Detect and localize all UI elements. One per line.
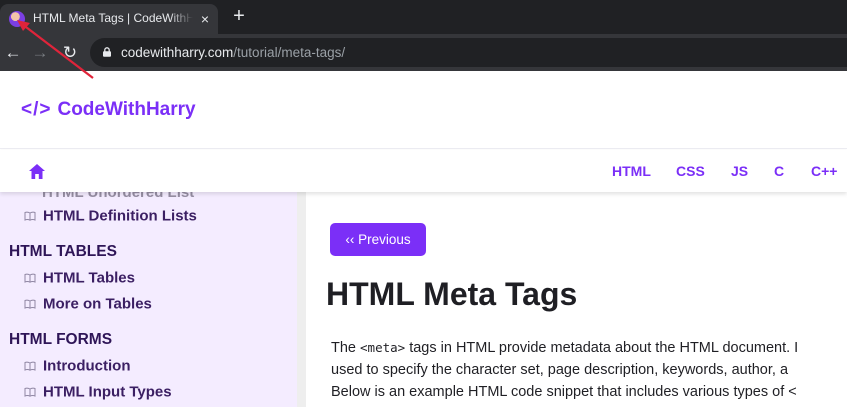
- site-header: </> CodeWithHarry: [0, 71, 847, 149]
- intro-paragraph-line: The <meta> tags in HTML provide metadata…: [331, 340, 798, 356]
- tab-title: HTML Meta Tags | CodeWithHarry: [33, 11, 193, 25]
- code-brackets-icon: </>: [21, 99, 52, 120]
- sidebar-item-definition-lists[interactable]: HTML Definition Lists: [24, 207, 197, 227]
- sidebar-item-html-tables[interactable]: HTML Tables: [24, 269, 135, 289]
- site-logo[interactable]: </> CodeWithHarry: [21, 99, 196, 121]
- lock-icon: [103, 47, 111, 57]
- page-title: HTML Meta Tags: [326, 276, 578, 312]
- nav-link-css[interactable]: CSS: [676, 163, 705, 179]
- sidebar-item-label: Introduction: [43, 357, 131, 375]
- book-icon: [24, 273, 36, 283]
- intro-paragraph-line: used to specify the character set, page …: [331, 362, 789, 378]
- sidebar-divider[interactable]: [297, 192, 306, 407]
- browser-tab-bar: HTML Meta Tags | CodeWithHarry × +: [0, 0, 847, 34]
- sidebar-heading-tables: HTML TABLES: [9, 243, 117, 260]
- book-icon: [24, 211, 36, 221]
- new-tab-button[interactable]: +: [229, 6, 249, 26]
- url-text: codewithharry.com/tutorial/meta-tags/: [121, 45, 345, 60]
- address-bar[interactable]: codewithharry.com/tutorial/meta-tags/: [90, 38, 847, 67]
- tab-close-icon[interactable]: ×: [197, 11, 213, 27]
- sidebar-item-cut[interactable]: HTML Unordered List: [42, 192, 194, 201]
- para-text: tags in HTML provide metadata about the …: [405, 340, 799, 356]
- book-icon: [24, 387, 36, 397]
- sidebar-item-label: More on Tables: [43, 295, 152, 313]
- url-path: /tutorial/meta-tags/: [233, 45, 346, 60]
- back-arrow-icon[interactable]: ←: [3, 43, 23, 63]
- sidebar-item-label: HTML Tables: [43, 269, 135, 287]
- avatar-favicon-icon: [9, 11, 25, 27]
- reload-icon[interactable]: ↻: [60, 43, 80, 63]
- book-icon: [24, 361, 36, 371]
- meta-code-inline: <meta>: [360, 340, 406, 355]
- forward-arrow-icon[interactable]: →: [30, 43, 50, 63]
- main-content: ‹‹ Previous HTML Meta Tags The <meta> ta…: [306, 192, 847, 407]
- sidebar-item-introduction[interactable]: Introduction: [24, 357, 130, 377]
- logo-text: CodeWithHarry: [57, 99, 196, 120]
- para-text: The: [331, 340, 361, 356]
- nav-link-html[interactable]: HTML: [612, 163, 651, 179]
- sidebar-item-more-tables[interactable]: More on Tables: [24, 295, 152, 315]
- previous-button[interactable]: ‹‹ Previous: [330, 223, 426, 256]
- sidebar-item-label: HTML Input Types: [43, 383, 172, 401]
- nav-link-cpp[interactable]: C++: [811, 163, 837, 179]
- site-nav: HTML CSS JS C C++: [0, 150, 847, 192]
- nav-link-c[interactable]: C: [774, 163, 784, 179]
- sidebar-item-input-types[interactable]: HTML Input Types: [24, 383, 172, 403]
- home-icon[interactable]: [28, 163, 46, 180]
- browser-toolbar: ← → ↻ codewithharry.com/tutorial/meta-ta…: [0, 34, 847, 71]
- sidebar-item-label: HTML Definition Lists: [43, 207, 197, 225]
- nav-link-js[interactable]: JS: [731, 163, 748, 179]
- tutorial-sidebar: HTML Unordered List HTML Definition List…: [0, 192, 297, 407]
- url-host: codewithharry.com: [121, 45, 234, 60]
- book-icon: [24, 299, 36, 309]
- intro-paragraph-line: Below is an example HTML code snippet th…: [331, 384, 797, 400]
- browser-tab[interactable]: HTML Meta Tags | CodeWithHarry ×: [0, 4, 218, 34]
- sidebar-heading-forms: HTML FORMS: [9, 331, 113, 348]
